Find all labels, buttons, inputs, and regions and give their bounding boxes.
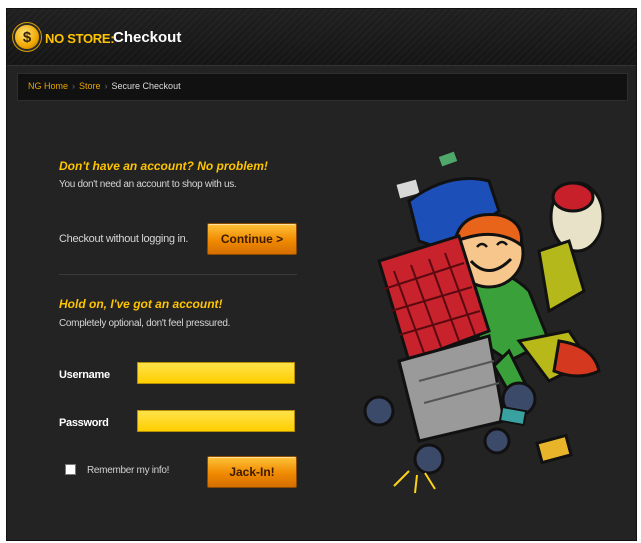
username-input[interactable]: [137, 362, 295, 384]
breadcrumb-separator: ›: [72, 81, 76, 91]
jack-in-button[interactable]: Jack-In!: [207, 456, 297, 488]
store-brand: NO STORE:: [45, 31, 115, 46]
breadcrumb: NG Home › Store › Secure Checkout: [28, 81, 181, 91]
page-title: Checkout: [113, 29, 182, 46]
remember-checkbox[interactable]: [65, 464, 76, 475]
password-input[interactable]: [137, 410, 295, 432]
continue-button[interactable]: Continue >: [207, 223, 297, 255]
guest-subtext: You don't need an account to shop with u…: [59, 179, 237, 190]
password-label: Password: [59, 417, 109, 429]
guest-prompt: Checkout without logging in.: [59, 233, 189, 245]
title-bar: $ NO STORE: Checkout: [7, 9, 636, 66]
section-divider: [59, 274, 297, 275]
login-subtext: Completely optional, don't feel pressure…: [59, 318, 231, 329]
login-heading: Hold on, I've got an account!: [59, 297, 223, 311]
remember-label: Remember my info!: [87, 465, 170, 476]
breadcrumb-separator: ›: [104, 81, 108, 91]
breadcrumb-bar: NG Home › Store › Secure Checkout: [17, 73, 628, 101]
breadcrumb-ng-home[interactable]: NG Home: [28, 81, 68, 91]
breadcrumb-store[interactable]: Store: [79, 81, 101, 91]
username-label: Username: [59, 369, 110, 381]
ng-logo-icon: $: [15, 25, 39, 49]
checkout-panel: $ NO STORE: Checkout NG Home › Store › Secur…: [6, 8, 637, 541]
breadcrumb-current: Secure Checkout: [111, 81, 181, 91]
guest-heading: Don't have an account? No problem!: [59, 159, 268, 173]
mascot-shopping-cart-illustration: [363, 149, 605, 494]
